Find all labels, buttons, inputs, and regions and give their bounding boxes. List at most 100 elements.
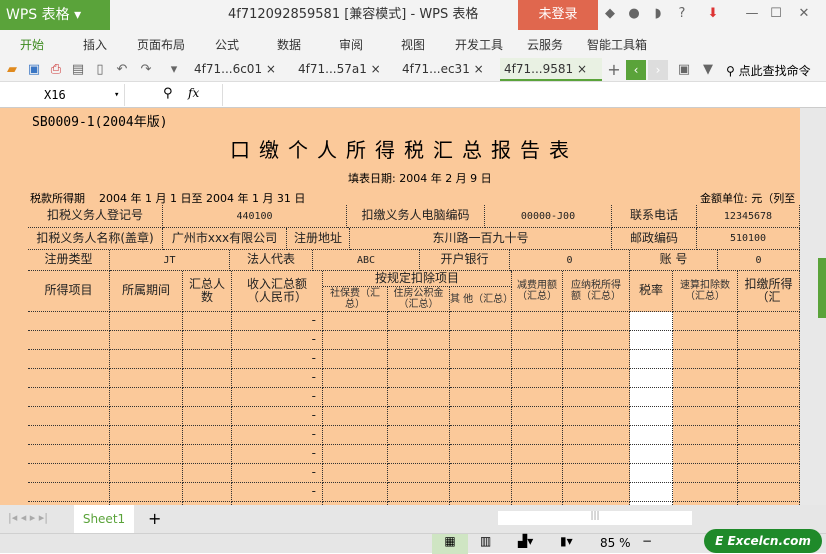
- save-icon[interactable]: ▣: [26, 62, 42, 78]
- data-cell[interactable]: [738, 407, 800, 426]
- tab-prev-button[interactable]: ‹: [626, 60, 646, 80]
- value-cell[interactable]: 广州市xxx有限公司: [163, 228, 287, 250]
- doc-tab[interactable]: 4f71...57a1 ×: [294, 58, 394, 81]
- data-cell[interactable]: [673, 407, 738, 426]
- value-cell[interactable]: ABC: [313, 250, 420, 271]
- data-cell[interactable]: [512, 388, 563, 407]
- label-cell[interactable]: 账 号: [630, 250, 718, 271]
- data-cell[interactable]: [388, 369, 450, 388]
- data-cell[interactable]: -: [232, 483, 323, 502]
- data-cell[interactable]: [388, 350, 450, 369]
- data-cell[interactable]: [630, 464, 673, 483]
- data-cell[interactable]: [323, 445, 388, 464]
- data-cell[interactable]: [28, 388, 110, 407]
- data-cell[interactable]: [563, 483, 630, 502]
- data-cell[interactable]: [673, 483, 738, 502]
- data-cell[interactable]: [563, 464, 630, 483]
- data-cell[interactable]: [28, 426, 110, 445]
- data-cell[interactable]: [450, 312, 512, 331]
- doc-tab-active[interactable]: 4f71...9581 ×: [500, 58, 602, 81]
- doc-tab[interactable]: 4f71...6c01 ×: [190, 58, 290, 81]
- data-cell[interactable]: [450, 445, 512, 464]
- redo-icon[interactable]: ↷: [138, 62, 154, 78]
- maximize-button[interactable]: ☐: [768, 6, 784, 22]
- data-cell[interactable]: [28, 369, 110, 388]
- skin-icon[interactable]: ◆: [602, 6, 618, 22]
- new-tab-icon[interactable]: +: [606, 62, 622, 78]
- data-cell[interactable]: [183, 445, 232, 464]
- data-cell[interactable]: -: [232, 388, 323, 407]
- value-cell[interactable]: 440100: [163, 205, 347, 228]
- data-cell[interactable]: [110, 483, 183, 502]
- menu-home[interactable]: 开始: [20, 36, 44, 53]
- data-cell[interactable]: [28, 312, 110, 331]
- data-cell[interactable]: -: [232, 464, 323, 483]
- column-header[interactable]: 扣缴所得（汇: [738, 271, 800, 312]
- data-cell[interactable]: [28, 407, 110, 426]
- data-cell[interactable]: [738, 350, 800, 369]
- data-cell[interactable]: [512, 464, 563, 483]
- column-header[interactable]: 住房公积金（汇总）: [388, 287, 450, 312]
- label-cell[interactable]: 扣缴义务人电脑编码: [347, 205, 485, 228]
- menu-data[interactable]: 数据: [277, 36, 301, 53]
- column-header[interactable]: 社保费（汇总）: [323, 287, 388, 312]
- data-cell[interactable]: [673, 445, 738, 464]
- data-cell[interactable]: [673, 312, 738, 331]
- data-cell[interactable]: [630, 350, 673, 369]
- menu-review[interactable]: 审阅: [339, 36, 363, 53]
- data-cell[interactable]: [183, 483, 232, 502]
- data-cell[interactable]: [388, 407, 450, 426]
- reading-mode-icon[interactable]: ▟▾: [518, 534, 533, 548]
- data-cell[interactable]: [323, 426, 388, 445]
- data-cell[interactable]: [738, 464, 800, 483]
- data-cell[interactable]: [388, 388, 450, 407]
- download-icon[interactable]: ⬇: [705, 6, 721, 22]
- data-cell[interactable]: [183, 464, 232, 483]
- data-cell[interactable]: [450, 388, 512, 407]
- value-cell[interactable]: 东川路一百九十号: [350, 228, 612, 250]
- more-dropdown-icon[interactable]: ▾: [166, 62, 182, 78]
- data-cell[interactable]: [738, 445, 800, 464]
- data-cell[interactable]: [323, 464, 388, 483]
- zoom-find-icon[interactable]: ⚲: [163, 86, 173, 101]
- data-cell[interactable]: [183, 388, 232, 407]
- data-cell[interactable]: [388, 426, 450, 445]
- data-cell[interactable]: [512, 426, 563, 445]
- data-cell[interactable]: [673, 350, 738, 369]
- data-cell[interactable]: [110, 369, 183, 388]
- data-cell[interactable]: [630, 483, 673, 502]
- data-cell[interactable]: [673, 464, 738, 483]
- column-header[interactable]: 所得项目: [28, 271, 110, 312]
- value-cell[interactable]: 510100: [697, 228, 800, 250]
- tab-next-button[interactable]: ›: [648, 60, 668, 80]
- data-cell[interactable]: [563, 350, 630, 369]
- value-cell[interactable]: JT: [110, 250, 230, 271]
- data-cell[interactable]: [388, 483, 450, 502]
- label-cell[interactable]: 开户银行: [420, 250, 510, 271]
- data-cell[interactable]: [110, 388, 183, 407]
- data-cell[interactable]: [563, 331, 630, 350]
- data-cell[interactable]: [28, 464, 110, 483]
- spreadsheet-grid[interactable]: SB0009-1(2004年版) 口缴个人所得税汇总报告表 填表日期: 2004…: [0, 108, 800, 505]
- label-cell[interactable]: 联系电话: [612, 205, 697, 228]
- data-cell[interactable]: [563, 407, 630, 426]
- column-header[interactable]: 速算扣除数（汇总）: [673, 271, 738, 312]
- data-cell[interactable]: [323, 312, 388, 331]
- data-cell[interactable]: [28, 445, 110, 464]
- screen-icon[interactable]: ▣: [676, 62, 692, 78]
- close-button[interactable]: ✕: [796, 6, 812, 22]
- label-cell[interactable]: 扣税义务人登记号: [28, 205, 163, 228]
- data-cell[interactable]: [563, 445, 630, 464]
- data-cell[interactable]: [323, 483, 388, 502]
- data-cell[interactable]: [738, 483, 800, 502]
- data-cell[interactable]: [323, 350, 388, 369]
- data-cell[interactable]: [183, 331, 232, 350]
- data-cell[interactable]: [563, 388, 630, 407]
- fx-icon[interactable]: fx: [188, 86, 199, 100]
- menu-page-layout[interactable]: 页面布局: [137, 36, 185, 53]
- column-header[interactable]: 汇总人数: [183, 271, 232, 312]
- data-cell[interactable]: [183, 312, 232, 331]
- data-cell[interactable]: [673, 331, 738, 350]
- data-cell[interactable]: [110, 464, 183, 483]
- data-cell[interactable]: [738, 369, 800, 388]
